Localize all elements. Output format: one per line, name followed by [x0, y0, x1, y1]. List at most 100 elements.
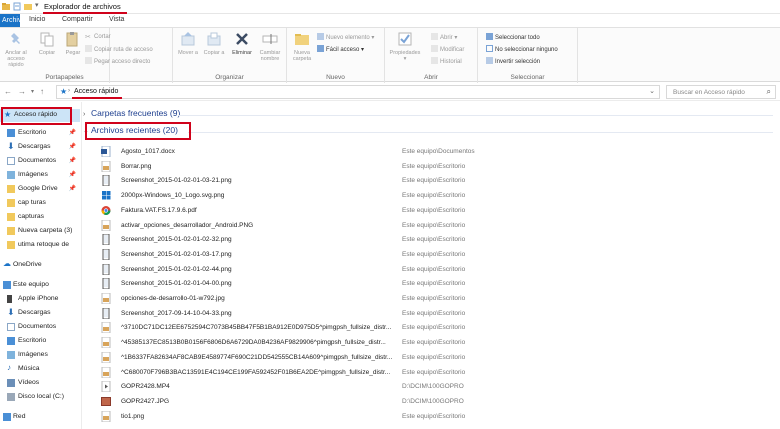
file-row[interactable]: ^3710DC71DC12EE6752594C7073B45BB47F5B1BA… — [101, 321, 771, 334]
nav-google-drive[interactable]: Google Drive 📌 — [0, 183, 80, 196]
new-folder-icon[interactable] — [24, 2, 32, 11]
nav-onedrive[interactable]: ☁ OneDrive — [0, 259, 80, 272]
file-row[interactable]: opciones-de-desarrollo-01-w792.jpg Este e… — [101, 292, 771, 305]
file-name: tio1.png — [121, 412, 145, 420]
open-button[interactable]: Abrir ▾ — [431, 33, 457, 42]
modify-button[interactable]: Modificar — [431, 45, 464, 54]
nav-imagenes[interactable]: Imágenes 📌 — [0, 169, 80, 182]
tab-archivo[interactable]: Archivo — [0, 14, 25, 27]
group-header-frecuentes[interactable]: › Carpetas frecuentes (9) — [83, 108, 180, 122]
breadcrumb[interactable]: Acceso rápido — [74, 88, 118, 95]
file-location: Este equipo\Escritorio — [402, 221, 466, 229]
nav-red[interactable]: Red — [0, 411, 80, 424]
delete-x-icon — [236, 33, 248, 45]
pin-icon[interactable]: 📌 — [69, 185, 76, 192]
file-row[interactable]: 2000px-Windows_10_Logo.svg.png Este equip… — [101, 189, 771, 202]
file-name: ^45385137EC8513B0B0156F6806D6A6729DA0B42… — [121, 339, 386, 347]
file-row[interactable]: GOPR2428.MP4 D:\DCIM\100GOPRO — [101, 380, 771, 393]
copy-button[interactable]: Copiar — [34, 31, 60, 56]
address-highlight-underline — [72, 97, 122, 99]
up-arrow-icon[interactable]: ↑ — [40, 87, 44, 96]
file-name: Screenshot_2015-01-02-01-03-21.png — [121, 177, 232, 185]
delete-button[interactable]: Eliminar — [229, 31, 255, 56]
nav-cap-turas[interactable]: cap turas — [0, 197, 80, 210]
nav-pc-disco-local[interactable]: Disco local (C:) — [0, 391, 80, 404]
file-row[interactable]: ^C680070F796B3BAC13591E4C194CE199FA59245… — [101, 366, 771, 379]
file-name: Screenshot_2015-01-02-01-02-44.png — [121, 265, 232, 273]
rename-button[interactable]: Cambiar nombre — [257, 31, 283, 62]
cloud-icon: ☁ — [3, 259, 11, 268]
file-location: Este equipo\Escritorio — [402, 206, 466, 214]
move-to-button[interactable]: Mover a — [175, 31, 201, 56]
nav-escritorio[interactable]: Escritorio 📌 — [0, 127, 80, 140]
file-row[interactable]: Screenshot_2015-01-02-01-04-00.png Este e… — [101, 277, 771, 290]
pin-quick-access-button[interactable]: Anclar al acceso rápido — [1, 31, 31, 68]
pin-icon[interactable]: 📌 — [69, 171, 76, 178]
file-row[interactable]: tio1.png Este equipo\Escritorio — [101, 410, 771, 423]
nav-pc-documentos[interactable]: Documentos — [0, 321, 80, 334]
history-button[interactable]: Historial — [431, 57, 462, 66]
pin-icon[interactable]: 📌 — [69, 157, 76, 164]
paste-shortcut-button[interactable]: Pegar acceso directo — [85, 57, 150, 66]
nav-pc-musica[interactable]: ♪ Música — [0, 363, 80, 376]
properties-button[interactable]: Propiedades ▾ — [389, 31, 421, 62]
file-name: ^3710DC71DC12EE6752594C7073B45BB47F5B1BA… — [121, 324, 392, 332]
new-item-button[interactable]: Nuevo elemento ▾ — [317, 33, 374, 42]
address-bar[interactable]: ★ › Acceso rápido ⌄ — [56, 85, 660, 99]
pin-icon[interactable]: 📌 — [69, 143, 76, 150]
nav-pc-escritorio[interactable]: Escritorio — [0, 335, 80, 348]
nav-capturas[interactable]: capturas — [0, 211, 80, 224]
image-file-icon — [101, 160, 111, 173]
file-row[interactable]: Agosto_1017.docx Este equipo\Documentos — [101, 145, 771, 158]
back-arrow-icon[interactable]: ← — [4, 87, 12, 96]
nav-descargas[interactable]: ⬇ Descargas 📌 — [0, 141, 80, 154]
new-folder-button[interactable]: Nueva carpeta — [289, 31, 315, 62]
file-location: Este equipo\Escritorio — [402, 324, 466, 332]
file-row[interactable]: ^45385137EC8513B0B0156F6806D6A6729DA0B42… — [101, 336, 771, 349]
address-dropdown-icon[interactable]: ⌄ — [649, 87, 655, 95]
easy-access-button[interactable]: Fácil acceso ▾ — [317, 45, 364, 54]
file-row[interactable]: Faktura.VAT.FS.17.9.6.pdf Este equipo\Esc… — [101, 204, 771, 217]
paste-button[interactable]: Pegar — [60, 31, 86, 56]
file-row[interactable]: Screenshot_2015-01-02-01-02-32.png Este e… — [101, 233, 771, 246]
nav-pc-videos[interactable]: Vídeos — [0, 377, 80, 390]
quick-access-toolbar-dropdown-icon[interactable]: ▾ — [35, 1, 43, 10]
file-row[interactable]: Screenshot_2015-01-02-01-02-44.png Este e… — [101, 263, 771, 276]
pin-icon — [11, 33, 20, 44]
search-input[interactable]: Buscar en Acceso rápido ⌕ — [666, 85, 776, 99]
file-row[interactable]: Borrar.png Este equipo\Escritorio — [101, 160, 771, 173]
breadcrumb-chevron-icon: › — [68, 88, 70, 94]
file-name: activar_opciones_desarrollador_Android.P… — [121, 221, 254, 229]
properties-icon[interactable] — [13, 2, 21, 11]
recent-locations-chevron-icon[interactable]: ▾ — [31, 88, 34, 95]
folder-icon — [7, 199, 15, 207]
nav-pc-imagenes[interactable]: Imágenes — [0, 349, 80, 362]
copy-to-button[interactable]: Copiar a — [201, 31, 227, 56]
file-row[interactable]: ^1B6337FA82634AF8CAB9E4589774F690C21DD54… — [101, 351, 771, 364]
file-row[interactable]: GOPR2427.JPG D:\DCIM\100GOPRO — [101, 395, 771, 408]
nav-utima-retoque[interactable]: utima retoque de — [0, 239, 80, 252]
file-row[interactable]: Screenshot_2015-01-02-01-03-21.png Este e… — [101, 174, 771, 187]
forward-arrow-icon[interactable]: → — [18, 87, 26, 96]
nav-nueva-carpeta[interactable]: Nueva carpeta (3) — [0, 225, 80, 238]
tab-vista[interactable]: Vista — [109, 16, 124, 23]
cut-button[interactable]: ✂ Cortar — [85, 33, 111, 42]
tab-compartir[interactable]: Compartir — [62, 16, 93, 23]
file-name: ^1B6337FA82634AF8CAB9E4589774F690C21DD54… — [121, 353, 393, 361]
invert-selection-button[interactable]: Invertir selección — [486, 57, 540, 66]
nav-este-equipo[interactable]: Este equipo — [0, 279, 80, 292]
nav-documentos[interactable]: Documentos 📌 — [0, 155, 80, 168]
select-none-button[interactable]: No seleccionar ninguno — [486, 45, 558, 54]
copy-path-button[interactable]: Copiar ruta de acceso — [85, 45, 153, 54]
file-row[interactable]: Screenshot_2015-01-02-01-03-17.png Este e… — [101, 248, 771, 261]
nav-apple-iphone[interactable]: Apple iPhone — [0, 293, 80, 306]
pin-icon[interactable]: 📌 — [69, 129, 76, 136]
select-all-button[interactable]: Seleccionar todo — [486, 33, 540, 42]
ribbon: Anclar al acceso rápido Copiar Pegar ✂ Co… — [0, 27, 780, 83]
file-name: Screenshot_2017-09-14-10-04-33.png — [121, 309, 232, 317]
tab-inicio[interactable]: Inicio — [29, 16, 45, 23]
file-row[interactable]: Screenshot_2017-09-14-10-04-33.png Este e… — [101, 307, 771, 320]
nav-pc-descargas[interactable]: ⬇ Descargas — [0, 307, 80, 320]
file-location: Este equipo\Escritorio — [402, 295, 466, 302]
file-row[interactable]: activar_opciones_desarrollador_Android.P… — [101, 219, 771, 232]
